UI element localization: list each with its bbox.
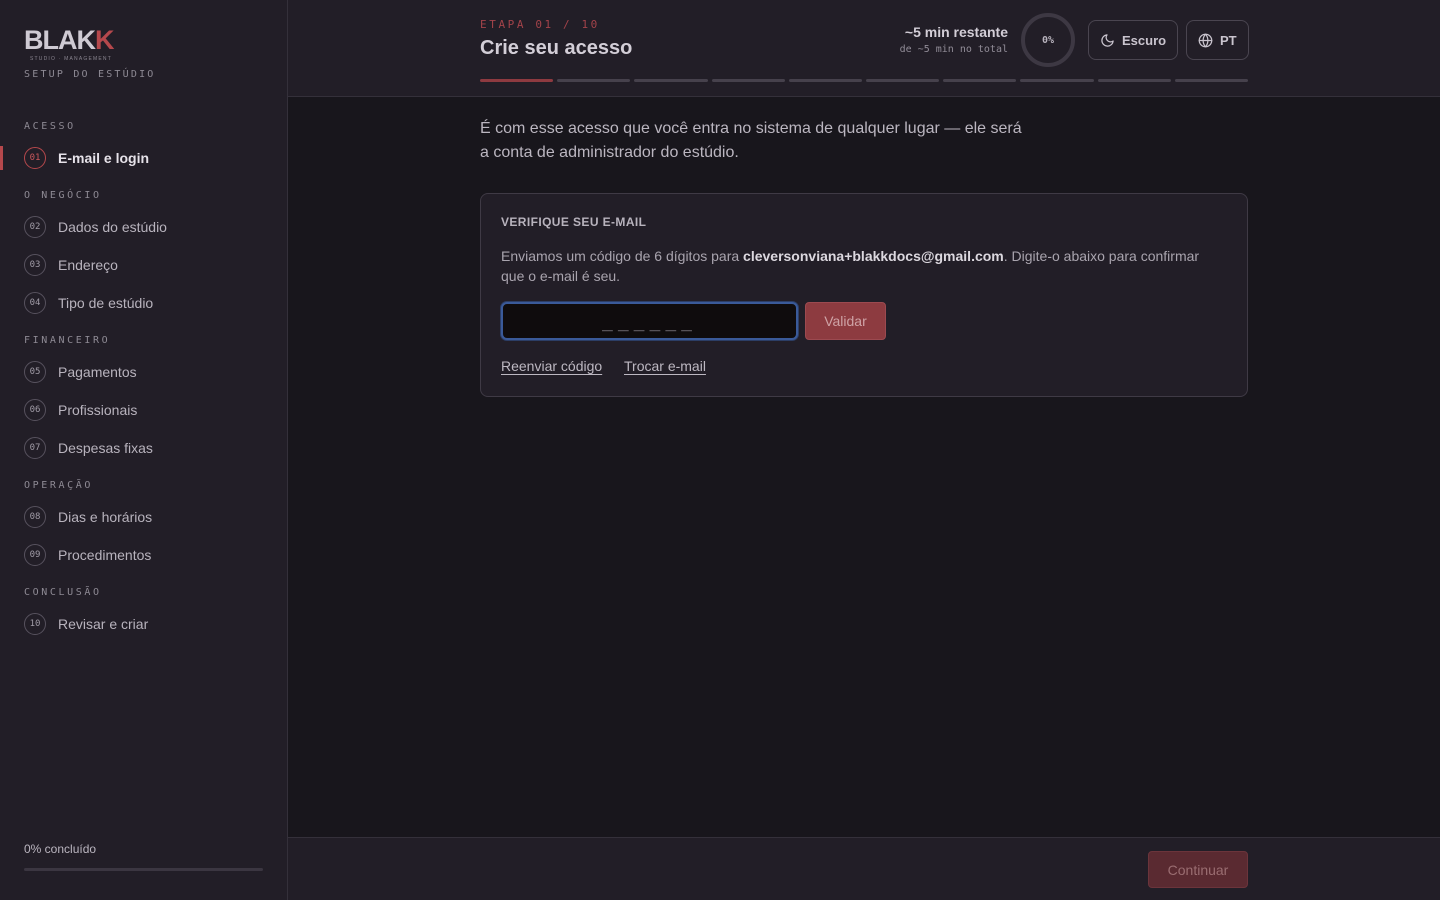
step-number-badge: 10 (24, 613, 46, 635)
sidebar-item-label: Profissionais (58, 402, 138, 418)
step-number-badge: 03 (24, 254, 46, 276)
step-number-badge: 08 (24, 506, 46, 528)
sidebar-item-revisar-criar[interactable]: 10 Revisar e criar (0, 608, 287, 640)
sidebar-item-label: E-mail e login (58, 150, 150, 166)
step-segment (557, 79, 631, 82)
page-title: Crie seu acesso (480, 37, 633, 59)
step-segment (1174, 79, 1249, 82)
sidebar-item-label: Tipo de estúdio (58, 295, 154, 311)
section-label-financeiro: FINANCEIRO (24, 335, 111, 346)
sidebar-item-label: Dados do estúdio (58, 219, 167, 235)
section-label-operacao: OPERAÇÃO (24, 480, 93, 491)
sidebar: BLAKK STUDIO · MANAGEMENT SETUP DO ESTÚD… (0, 0, 288, 900)
section-label-acesso: ACESSO (24, 121, 76, 132)
section-label-negocio: O NEGÓCIO (24, 190, 102, 201)
theme-toggle-button[interactable]: Escuro (1088, 20, 1179, 60)
card-title: VERIFIQUE SEU E-MAIL (501, 215, 647, 229)
language-button[interactable]: PT (1186, 20, 1249, 60)
sidebar-item-label: Procedimentos (58, 547, 152, 563)
globe-icon (1198, 33, 1213, 47)
step-segment (634, 79, 708, 82)
time-remaining: ~5 min restante (904, 24, 1008, 40)
sidebar-item-email-login[interactable]: 01 E-mail e login (0, 142, 287, 174)
change-email-link[interactable]: Trocar e-mail (624, 358, 706, 374)
step-number-badge: 05 (24, 361, 46, 383)
progress-text: 0% concluído (24, 842, 97, 856)
resend-code-link[interactable]: Reenviar código (501, 358, 602, 374)
progress-bar (24, 868, 263, 871)
section-label-conclusao: CONCLUSÃO (24, 587, 102, 598)
step-segment (711, 79, 785, 82)
sidebar-item-profissionais[interactable]: 06 Profissionais (0, 394, 287, 426)
progress-ring: 0% (1021, 13, 1075, 67)
step-segment (480, 79, 554, 82)
theme-label: Escuro (1122, 32, 1167, 48)
step-number-badge: 04 (24, 292, 46, 314)
language-label: PT (1220, 32, 1237, 48)
validate-button[interactable]: Validar (805, 302, 886, 340)
progress-ring-percent: 0% (1041, 34, 1055, 46)
step-number-badge: 09 (24, 544, 46, 566)
intro-text: É com esse acesso que você entra no sist… (480, 120, 1022, 161)
sidebar-item-pagamentos[interactable]: 05 Pagamentos (0, 356, 287, 388)
step-number-badge: 02 (24, 216, 46, 238)
step-segment (943, 79, 1017, 82)
verification-code-input[interactable] (501, 302, 798, 340)
continue-button[interactable]: Continuar (1148, 851, 1248, 888)
sidebar-item-label: Pagamentos (58, 364, 137, 380)
footer: Continuar (288, 837, 1440, 900)
sidebar-item-endereco[interactable]: 03 Endereço (0, 249, 287, 281)
step-segment (788, 79, 863, 82)
sidebar-item-dias-horarios[interactable]: 08 Dias e horários (0, 501, 287, 533)
sidebar-item-label: Dias e horários (58, 509, 153, 525)
step-segment (1020, 79, 1094, 82)
setup-label: SETUP DO ESTÚDIO (24, 69, 156, 80)
step-segments (480, 79, 1249, 83)
sidebar-item-despesas-fixas[interactable]: 07 Despesas fixas (0, 432, 287, 464)
header: ETAPA 01 / 10 Crie seu acesso ~5 min res… (288, 0, 1440, 97)
verify-email-card: VERIFIQUE SEU E-MAIL Enviamos um código … (480, 193, 1248, 397)
moon-icon (1101, 33, 1114, 47)
email-address: cleversonviana+blakkdocs@gmail.com (743, 248, 1004, 264)
time-total: de ~5 min no total (899, 44, 1008, 55)
step-segment (1097, 79, 1171, 82)
step-number-badge: 06 (24, 399, 46, 421)
step-label: ETAPA 01 / 10 (480, 18, 600, 31)
step-number-badge: 01 (24, 147, 46, 169)
brand-logo: BLAKK STUDIO · MANAGEMENT (24, 25, 114, 62)
sidebar-item-procedimentos[interactable]: 09 Procedimentos (0, 539, 287, 571)
sidebar-item-label: Revisar e criar (58, 616, 149, 632)
sidebar-item-label: Endereço (58, 257, 118, 273)
step-number-badge: 07 (24, 437, 46, 459)
step-segment (866, 79, 940, 82)
active-indicator (0, 146, 3, 170)
sidebar-item-tipo-estudio[interactable]: 04 Tipo de estúdio (0, 287, 287, 319)
sidebar-item-label: Despesas fixas (58, 440, 153, 456)
sidebar-item-dados-estudio[interactable]: 02 Dados do estúdio (0, 211, 287, 243)
card-description: Enviamos um código de 6 dígitos para cle… (501, 248, 1200, 284)
